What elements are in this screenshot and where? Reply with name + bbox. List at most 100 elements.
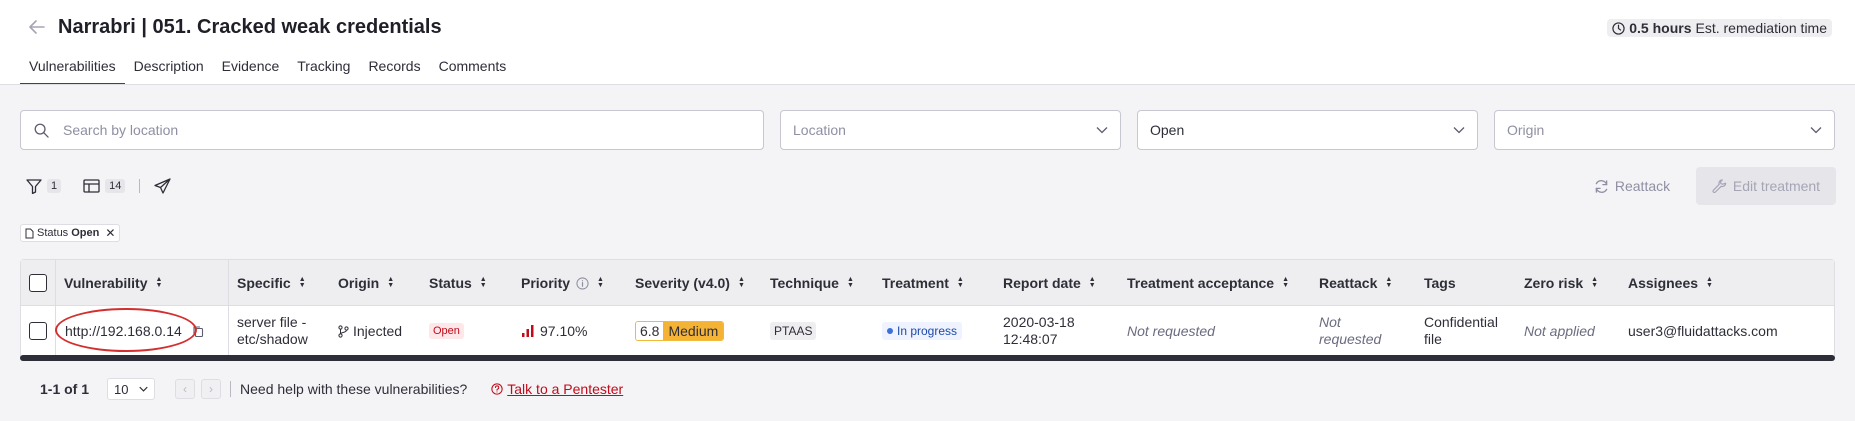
technique-badge: PTAAS: [770, 322, 817, 340]
reattack-button[interactable]: Reattack: [1572, 167, 1692, 205]
horizontal-scrollbar[interactable]: [20, 355, 1835, 361]
remediation-time-badge: 0.5 hours Est. remediation time: [1607, 19, 1832, 37]
send-button[interactable]: [154, 178, 172, 194]
active-filter-value: Open: [71, 227, 100, 239]
origin-select-placeholder: Origin: [1507, 122, 1545, 138]
cell-zero-risk: Not applied: [1524, 323, 1595, 339]
vulnerabilities-table: Vulnerability ▲ ▼ Specific ▲ ▼ Origin ▲ ▼ Stat…: [20, 259, 1835, 360]
tab-tracking[interactable]: Tracking: [288, 52, 359, 85]
signal-bars-icon: [522, 325, 534, 337]
columns-count-badge: 14: [105, 179, 126, 193]
col-header-technique[interactable]: Technique ▲ ▼: [770, 260, 854, 306]
edit-treatment-label: Edit treatment: [1732, 178, 1821, 194]
toolbar-divider: [139, 179, 141, 193]
pagination-divider: [230, 381, 232, 397]
location-select[interactable]: Location: [780, 110, 1121, 150]
paper-plane-icon: [154, 178, 172, 194]
remediation-label: Est. remediation time: [1695, 20, 1828, 36]
refresh-icon: [1595, 179, 1608, 193]
col-header-tags[interactable]: Tags: [1424, 260, 1456, 306]
filter-button[interactable]: 1: [26, 178, 62, 194]
tab-description[interactable]: Description: [125, 52, 213, 85]
chevron-down-icon: [1096, 127, 1108, 134]
remove-filter-icon[interactable]: ✕: [105, 226, 115, 240]
select-all-checkbox-cell: [29, 260, 47, 306]
talk-to-pentester-link[interactable]: Talk to a Pentester: [491, 381, 623, 397]
clock-icon: [1612, 21, 1625, 35]
status-select-value: Open: [1150, 122, 1185, 138]
status-select[interactable]: Open: [1137, 110, 1478, 150]
col-header-status[interactable]: Status ▲ ▼: [429, 260, 487, 306]
cell-reattack: Not requested: [1319, 314, 1382, 347]
cell-technique: PTAAS: [770, 306, 817, 356]
search-icon: [34, 123, 49, 138]
cell-status: Open: [429, 306, 464, 356]
cell-severity: 6.8 Medium: [635, 306, 725, 356]
filter-count-badge: 1: [47, 179, 62, 193]
cell-vulnerability[interactable]: http://192.168.0.14: [65, 306, 204, 356]
sort-icon: ▲ ▼: [1591, 276, 1599, 289]
tab-evidence[interactable]: Evidence: [213, 52, 289, 85]
sort-icon: ▲ ▼: [155, 276, 163, 289]
status-dot-icon: [887, 328, 893, 334]
prev-page-button[interactable]: ‹: [175, 379, 196, 399]
col-header-zero-risk[interactable]: Zero risk ▲ ▼: [1524, 260, 1598, 306]
info-icon: [576, 276, 589, 290]
page-range: 1-1 of 1: [40, 381, 90, 397]
search-input[interactable]: [63, 122, 713, 138]
remediation-hours: 0.5 hours: [1629, 20, 1692, 36]
edit-treatment-button[interactable]: Edit treatment: [1696, 167, 1836, 205]
col-header-vulnerability[interactable]: Vulnerability ▲ ▼: [64, 260, 162, 306]
sort-icon: ▲ ▼: [737, 276, 745, 289]
col-header-reattack[interactable]: Reattack ▲ ▼: [1319, 260, 1392, 306]
vulnerability-location[interactable]: http://192.168.0.14: [65, 323, 182, 339]
columns-icon: [83, 179, 100, 193]
next-page-button[interactable]: ›: [201, 379, 222, 399]
sort-icon: ▲ ▼: [1088, 276, 1096, 289]
row-checkbox[interactable]: [29, 322, 47, 340]
per-page-select[interactable]: 10: [107, 378, 156, 400]
col-header-report-date[interactable]: Report date ▲ ▼: [1003, 260, 1096, 306]
col-header-treatment-acceptance[interactable]: Treatment acceptance ▲ ▼: [1127, 260, 1289, 306]
tab-bar: Vulnerabilities Description Evidence Tra…: [20, 52, 515, 85]
treatment-badge: In progress: [882, 322, 963, 340]
sort-icon: ▲ ▼: [597, 276, 604, 289]
row-checkbox-cell: [29, 306, 47, 356]
cell-assignees: user3@fluidattacks.com: [1628, 323, 1778, 339]
sort-icon: ▲ ▼: [956, 276, 964, 289]
back-arrow-icon[interactable]: [26, 16, 48, 38]
origin-select[interactable]: Origin: [1494, 110, 1835, 150]
cell-tags: Confidential file: [1424, 314, 1498, 347]
sort-icon: ▲ ▼: [479, 276, 487, 289]
col-header-specific[interactable]: Specific ▲ ▼: [237, 260, 306, 306]
help-text: Need help with these vulnerabilities?: [240, 381, 468, 397]
sort-icon: ▲ ▼: [846, 276, 854, 289]
sort-icon: ▲ ▼: [298, 276, 306, 289]
chevron-down-icon: [139, 386, 148, 392]
cell-report-date: 2020-03-18 12:48:07: [1003, 314, 1075, 347]
copy-icon[interactable]: [192, 325, 204, 338]
sort-icon: ▲ ▼: [1385, 276, 1393, 289]
col-header-treatment[interactable]: Treatment ▲ ▼: [882, 260, 964, 306]
page-title: Narrabri | 051. Cracked weak credentials: [58, 16, 442, 38]
reattack-label: Reattack: [1614, 178, 1671, 194]
help-circle-icon: [491, 383, 503, 395]
cell-priority: 97.10%: [521, 306, 587, 356]
cell-origin: Injected: [338, 306, 402, 356]
search-box[interactable]: [20, 110, 764, 150]
wrench-icon: [1712, 178, 1727, 193]
tab-records[interactable]: Records: [359, 52, 429, 85]
col-header-assignees[interactable]: Assignees ▲ ▼: [1628, 260, 1713, 306]
filter-icon: [26, 178, 42, 194]
tab-vulnerabilities[interactable]: Vulnerabilities: [20, 52, 125, 85]
chevron-down-icon: [1810, 127, 1822, 134]
document-icon: [25, 228, 34, 238]
select-all-checkbox[interactable]: [29, 274, 47, 292]
checkbox-column-divider: [55, 260, 56, 356]
col-header-severity[interactable]: Severity (v4.0) ▲ ▼: [635, 260, 745, 306]
col-header-priority[interactable]: Priority ▲ ▼: [521, 260, 604, 306]
git-branch-icon: [338, 324, 349, 338]
columns-button[interactable]: 14: [83, 179, 126, 193]
tab-comments[interactable]: Comments: [430, 52, 516, 85]
col-header-origin[interactable]: Origin ▲ ▼: [338, 260, 394, 306]
